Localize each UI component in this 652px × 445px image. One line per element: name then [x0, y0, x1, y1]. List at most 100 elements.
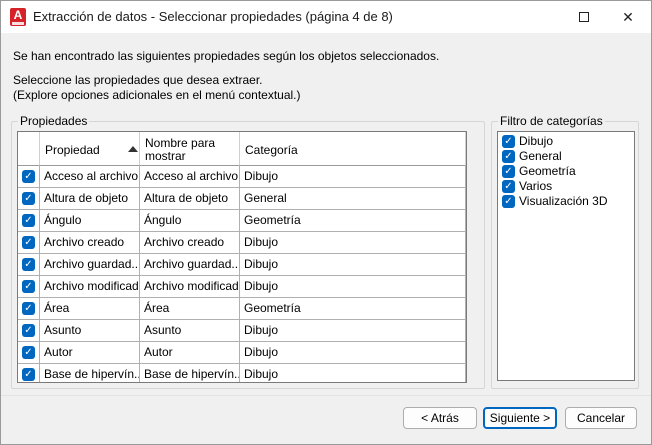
category-filter-label: Filtro de categorías — [498, 114, 605, 128]
properties-grid[interactable]: Propiedad Nombre para mostrar Categoría … — [17, 131, 467, 383]
cell-categoria: Geometría — [240, 210, 466, 232]
checkbox-checked-icon[interactable]: ✓ — [22, 302, 35, 315]
maximize-icon — [579, 12, 589, 22]
cell-propiedad: Archivo modificado — [40, 276, 140, 298]
cell-nombre[interactable]: Archivo creado — [140, 232, 240, 254]
column-header-categoria[interactable]: Categoría — [240, 132, 466, 166]
next-button[interactable]: Siguiente > — [483, 407, 557, 429]
checkbox-checked-icon[interactable]: ✓ — [22, 236, 35, 249]
checkbox-checked-icon[interactable]: ✓ — [502, 135, 515, 148]
cell-categoria: Dibujo — [240, 254, 466, 276]
back-button[interactable]: < Atrás — [403, 407, 477, 429]
title-bar: A Extracción de datos - Seleccionar prop… — [1, 1, 651, 33]
row-select-cell[interactable]: ✓ — [18, 232, 40, 254]
grid-vertical-scrollbar[interactable] — [466, 132, 467, 382]
column-header-nombre[interactable]: Nombre para mostrar — [140, 132, 240, 166]
table-row[interactable]: ✓ Autor Autor Dibujo — [18, 342, 466, 364]
cancel-button[interactable]: Cancelar — [565, 407, 637, 429]
table-row[interactable]: ✓ Área Área Geometría — [18, 298, 466, 320]
close-button[interactable]: ✕ — [605, 1, 651, 33]
row-select-cell[interactable]: ✓ — [18, 188, 40, 210]
row-select-cell[interactable]: ✓ — [18, 320, 40, 342]
cell-categoria: Dibujo — [240, 166, 466, 188]
row-select-cell[interactable]: ✓ — [18, 210, 40, 232]
column-header-propiedad-label: Propiedad — [45, 143, 100, 157]
maximize-button[interactable] — [561, 1, 607, 33]
checkbox-checked-icon[interactable]: ✓ — [22, 280, 35, 293]
table-row[interactable]: ✓ Base de hipervín... Base de hipervín... D… — [18, 364, 466, 382]
category-filter-label: Visualización 3D — [519, 194, 608, 208]
row-select-cell[interactable]: ✓ — [18, 254, 40, 276]
row-select-cell[interactable]: ✓ — [18, 276, 40, 298]
checkbox-checked-icon[interactable]: ✓ — [22, 368, 35, 381]
intro-text-3: (Explore opciones adicionales en el menú… — [13, 88, 301, 102]
cell-categoria: Dibujo — [240, 320, 466, 342]
footer-separator — [1, 395, 651, 396]
cell-nombre[interactable]: Ángulo — [140, 210, 240, 232]
row-select-cell[interactable]: ✓ — [18, 298, 40, 320]
select-column-header[interactable] — [18, 132, 40, 166]
cell-categoria: Dibujo — [240, 276, 466, 298]
column-header-propiedad[interactable]: Propiedad — [40, 132, 140, 166]
cell-categoria: Dibujo — [240, 232, 466, 254]
checkbox-checked-icon[interactable]: ✓ — [502, 150, 515, 163]
cell-propiedad: Archivo creado — [40, 232, 140, 254]
cell-propiedad: Archivo guardad... — [40, 254, 140, 276]
cell-propiedad: Ángulo — [40, 210, 140, 232]
table-row[interactable]: ✓ Archivo modificado Archivo modificado Dib… — [18, 276, 466, 298]
cell-propiedad: Acceso al archivo — [40, 166, 140, 188]
row-select-cell[interactable]: ✓ — [18, 364, 40, 382]
checkbox-checked-icon[interactable]: ✓ — [502, 180, 515, 193]
cell-propiedad: Área — [40, 298, 140, 320]
table-row[interactable]: ✓ Archivo creado Archivo creado Dibujo — [18, 232, 466, 254]
intro-text-2: Seleccione las propiedades que desea ext… — [13, 73, 263, 87]
cell-nombre[interactable]: Base de hipervín... — [140, 364, 240, 382]
table-row[interactable]: ✓ Altura de objeto Altura de objeto General — [18, 188, 466, 210]
table-row[interactable]: ✓ Archivo guardad... Archivo guardad... Dib… — [18, 254, 466, 276]
dialog-window: A Extracción de datos - Seleccionar prop… — [0, 0, 652, 445]
checkbox-checked-icon[interactable]: ✓ — [22, 324, 35, 337]
close-icon: ✕ — [622, 8, 634, 25]
cell-categoria: Geometría — [240, 298, 466, 320]
row-select-cell[interactable]: ✓ — [18, 166, 40, 188]
cell-nombre[interactable]: Asunto — [140, 320, 240, 342]
properties-group-label: Propiedades — [18, 114, 90, 128]
column-header-nombre-line1: Nombre para — [145, 136, 216, 150]
sort-ascending-icon — [128, 146, 138, 152]
category-filter-label: Dibujo — [519, 134, 554, 148]
category-filter-label: Varios — [519, 179, 553, 193]
cell-propiedad: Altura de objeto — [40, 188, 140, 210]
column-header-nombre-line2: mostrar — [145, 149, 186, 163]
cell-nombre[interactable]: Archivo modificado — [140, 276, 240, 298]
cell-nombre[interactable]: Autor — [140, 342, 240, 364]
row-select-cell[interactable]: ✓ — [18, 342, 40, 364]
table-row[interactable]: ✓ Acceso al archivo Acceso al archivo Dibuj… — [18, 166, 466, 188]
category-filter-list: ✓ Dibujo ✓ General ✓ Geometría ✓ Varios ✓ Visuali… — [497, 131, 635, 381]
checkbox-checked-icon[interactable]: ✓ — [22, 170, 35, 183]
app-icon-letter: A — [13, 8, 23, 22]
table-row[interactable]: ✓ Asunto Asunto Dibujo — [18, 320, 466, 342]
cell-nombre[interactable]: Altura de objeto — [140, 188, 240, 210]
window-title: Extracción de datos - Seleccionar propie… — [33, 9, 393, 24]
checkbox-checked-icon[interactable]: ✓ — [22, 258, 35, 271]
cell-propiedad: Base de hipervín... — [40, 364, 140, 382]
column-header-categoria-label: Categoría — [245, 143, 298, 157]
cell-categoria: General — [240, 188, 466, 210]
autocad-app-icon: A — [10, 8, 26, 26]
checkbox-checked-icon[interactable]: ✓ — [22, 346, 35, 359]
dialog-content: Se han encontrado las siguientes propied… — [1, 33, 651, 444]
app-icon-bar — [12, 22, 24, 25]
category-filter-label: Geometría — [519, 164, 576, 178]
table-row[interactable]: ✓ Ángulo Ángulo Geometría — [18, 210, 466, 232]
checkbox-checked-icon[interactable]: ✓ — [22, 192, 35, 205]
cell-propiedad: Asunto — [40, 320, 140, 342]
cell-categoria: Dibujo — [240, 364, 466, 382]
checkbox-checked-icon[interactable]: ✓ — [502, 165, 515, 178]
cell-categoria: Dibujo — [240, 342, 466, 364]
checkbox-checked-icon[interactable]: ✓ — [22, 214, 35, 227]
cell-nombre[interactable]: Acceso al archivo — [140, 166, 240, 188]
checkbox-checked-icon[interactable]: ✓ — [502, 195, 515, 208]
intro-text-1: Se han encontrado las siguientes propied… — [13, 49, 440, 63]
cell-nombre[interactable]: Área — [140, 298, 240, 320]
cell-nombre[interactable]: Archivo guardad... — [140, 254, 240, 276]
